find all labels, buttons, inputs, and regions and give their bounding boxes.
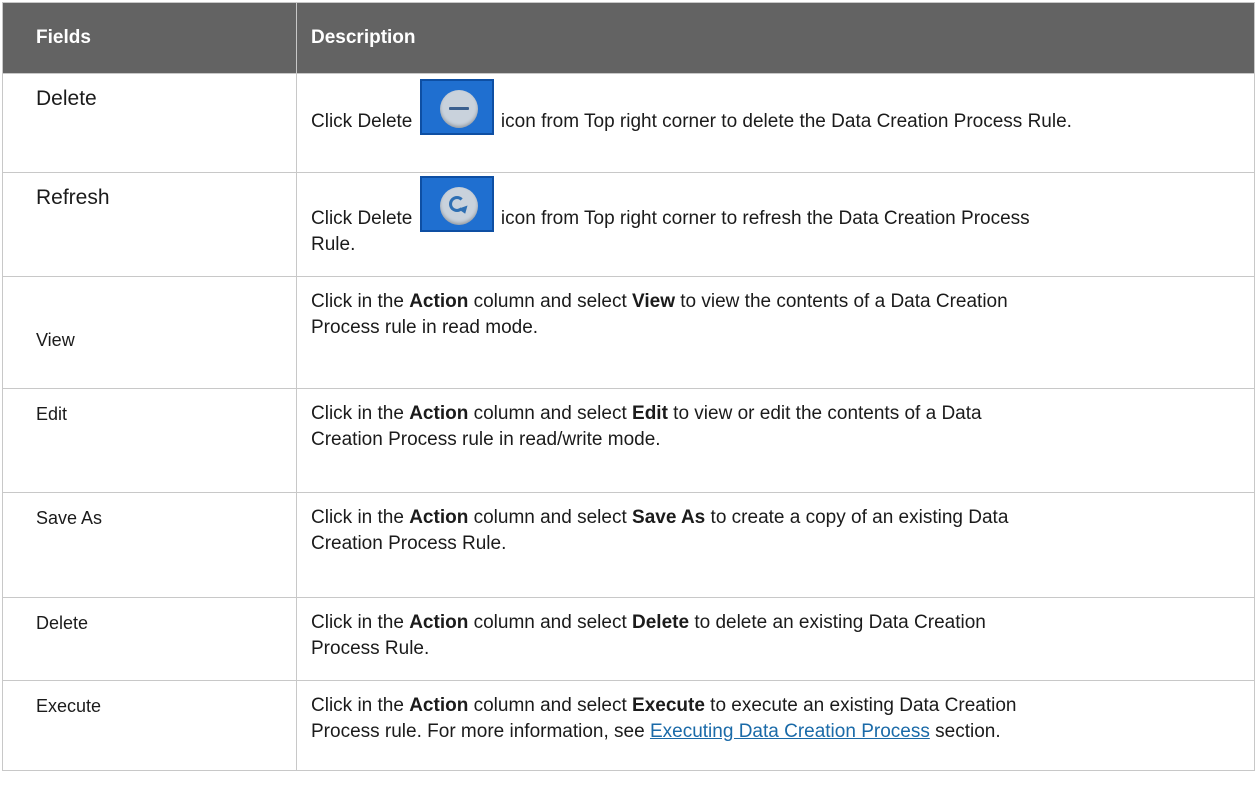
description-text: column and select bbox=[468, 403, 633, 424]
executing-data-creation-process-link[interactable]: Executing Data Creation Process bbox=[650, 721, 930, 742]
description-text: Delete bbox=[632, 612, 690, 633]
description-text: Click in the bbox=[311, 403, 410, 424]
table-row: Delete Click Delete icon from Top right … bbox=[2, 73, 1255, 173]
description-text: to execute an existing Data Creation bbox=[704, 695, 1017, 716]
table-row: Refresh Click Delete icon from Top right… bbox=[2, 172, 1255, 277]
description-text: Click in the bbox=[311, 612, 410, 633]
header-description: Description bbox=[296, 2, 1255, 74]
refresh-circle-icon bbox=[419, 176, 494, 232]
table-row: Edit Click in the Action column and sele… bbox=[2, 388, 1255, 493]
description-text: to view or edit the contents of a Data bbox=[667, 403, 982, 424]
description-text: column and select bbox=[468, 291, 633, 312]
field-name: Refresh bbox=[2, 172, 297, 277]
description-text: icon from Top right corner to refresh th… bbox=[495, 208, 1030, 229]
description-text: Creation Process rule in read/write mode… bbox=[311, 429, 661, 450]
description-text: Click in the bbox=[311, 507, 410, 528]
field-name: Execute bbox=[2, 680, 297, 771]
table-header-row: Fields Description bbox=[2, 2, 1255, 74]
description-text: Click Delete bbox=[311, 111, 418, 132]
description-text: icon from Top right corner to delete the… bbox=[495, 111, 1072, 132]
field-description: Click Delete icon from Top right corner … bbox=[296, 172, 1255, 277]
description-text: Action bbox=[409, 695, 469, 716]
field-description: Click Delete icon from Top right corner … bbox=[296, 73, 1255, 173]
minus-circle-icon bbox=[419, 79, 494, 135]
description-text: Rule. bbox=[311, 234, 356, 255]
fields-description-table: Fields Description Delete Click Delete i… bbox=[2, 2, 1255, 771]
description-text: Process rule. For more information, see bbox=[311, 721, 650, 742]
description-text: Click Delete bbox=[311, 208, 418, 229]
field-name: Edit bbox=[2, 388, 297, 493]
description-text: Action bbox=[409, 612, 469, 633]
description-text: to view the contents of a Data Creation bbox=[674, 291, 1008, 312]
description-text: Click in the bbox=[311, 695, 410, 716]
description-text: column and select bbox=[468, 612, 633, 633]
field-description: Click in the Action column and select Sa… bbox=[296, 492, 1255, 598]
field-description: Click in the Action column and select Ex… bbox=[296, 680, 1255, 771]
description-text: Click in the bbox=[311, 291, 410, 312]
description-text: Edit bbox=[632, 403, 668, 424]
table-row: Save As Click in the Action column and s… bbox=[2, 492, 1255, 598]
field-name: Save As bbox=[2, 492, 297, 598]
field-name: Delete bbox=[2, 73, 297, 173]
table-row: View Click in the Action column and sele… bbox=[2, 276, 1255, 389]
description-text: Process Rule. bbox=[311, 638, 430, 659]
description-text: to delete an existing Data Creation bbox=[689, 612, 986, 633]
field-name: Delete bbox=[2, 597, 297, 681]
description-text: Action bbox=[409, 291, 469, 312]
description-text: Creation Process Rule. bbox=[311, 533, 507, 554]
field-description: Click in the Action column and select Ed… bbox=[296, 388, 1255, 493]
description-text: Process rule in read mode. bbox=[311, 317, 539, 338]
field-description: Click in the Action column and select De… bbox=[296, 597, 1255, 681]
table-row: Execute Click in the Action column and s… bbox=[2, 680, 1255, 771]
description-text: Action bbox=[409, 403, 469, 424]
description-text: column and select bbox=[468, 507, 633, 528]
description-text: Action bbox=[409, 507, 469, 528]
header-fields: Fields bbox=[2, 2, 297, 74]
field-name: View bbox=[2, 276, 297, 389]
description-text: section. bbox=[929, 721, 1001, 742]
description-text: Save As bbox=[632, 507, 706, 528]
field-description: Click in the Action column and select Vi… bbox=[296, 276, 1255, 389]
description-text: column and select bbox=[468, 695, 633, 716]
description-text: Execute bbox=[632, 695, 705, 716]
description-text: View bbox=[632, 291, 675, 312]
description-text: to create a copy of an existing Data bbox=[705, 507, 1009, 528]
table-row: Delete Click in the Action column and se… bbox=[2, 597, 1255, 681]
